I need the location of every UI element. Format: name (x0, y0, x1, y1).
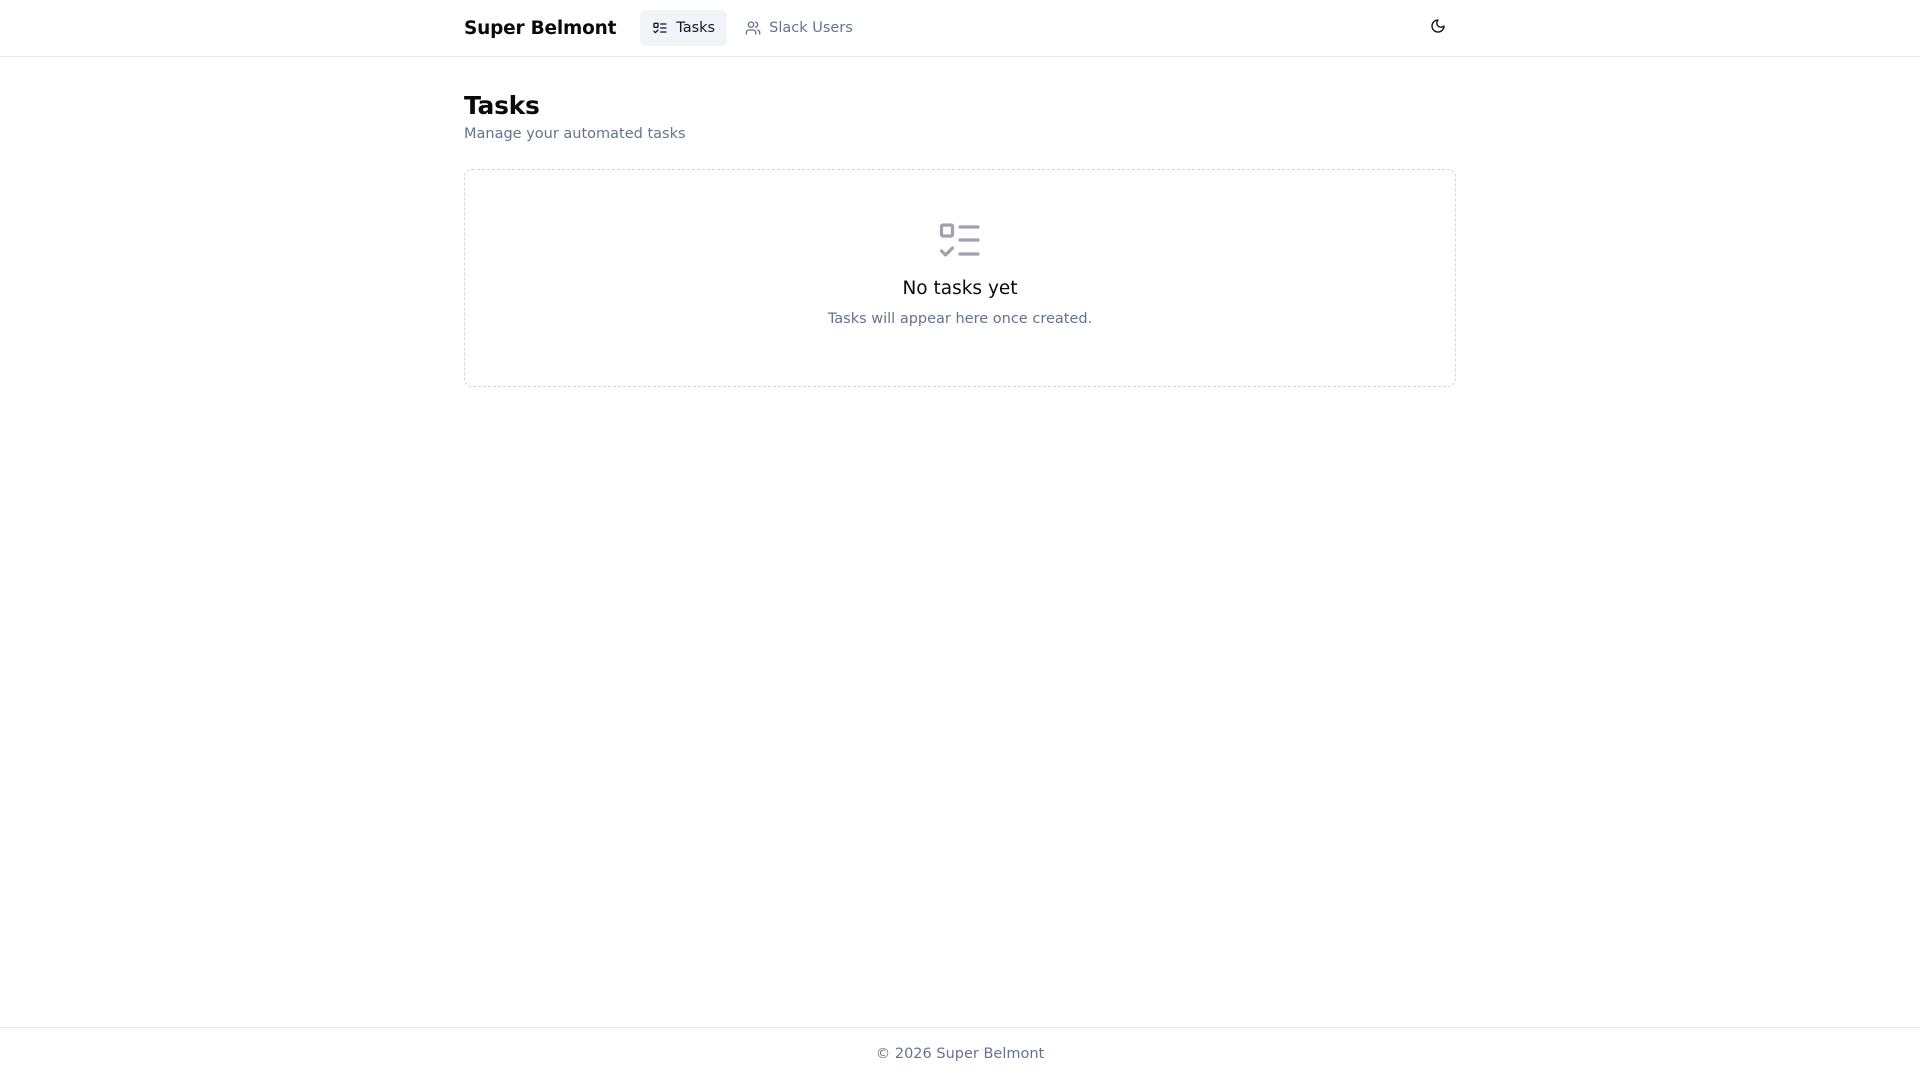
list-checks-icon (939, 222, 981, 260)
theme-toggle-button[interactable] (1420, 10, 1456, 46)
page-title: Tasks (464, 91, 540, 120)
footer-copyright: © 2026 Super Belmont (875, 1046, 1045, 1062)
app-page: Super Belmont Tasks Slack Users Tasks Ma… (0, 0, 1920, 1080)
nav-item-tasks[interactable]: Tasks (640, 10, 728, 46)
nav-item-slack-users[interactable]: Slack Users (733, 10, 865, 46)
users-icon (745, 20, 761, 36)
empty-state-description: Tasks will appear here once created. (827, 311, 1093, 327)
nav-item-label: Slack Users (769, 20, 853, 36)
main-content: Tasks Manage your automated tasks No tas… (464, 57, 1456, 387)
moon-icon (1430, 18, 1446, 38)
list-checks-icon (652, 20, 668, 36)
empty-state-title: No tasks yet (902, 278, 1018, 299)
top-header: Super Belmont Tasks Slack Users (0, 0, 1920, 57)
header-inner: Super Belmont Tasks Slack Users (464, 0, 1456, 56)
brand-logo[interactable]: Super Belmont (464, 18, 616, 39)
page-footer: © 2026 Super Belmont (0, 1027, 1920, 1080)
page-subtitle: Manage your automated tasks (464, 126, 686, 142)
nav-item-label: Tasks (676, 20, 716, 36)
main-nav: Tasks Slack Users (640, 10, 865, 46)
empty-state-card: No tasks yet Tasks will appear here once… (464, 169, 1456, 387)
